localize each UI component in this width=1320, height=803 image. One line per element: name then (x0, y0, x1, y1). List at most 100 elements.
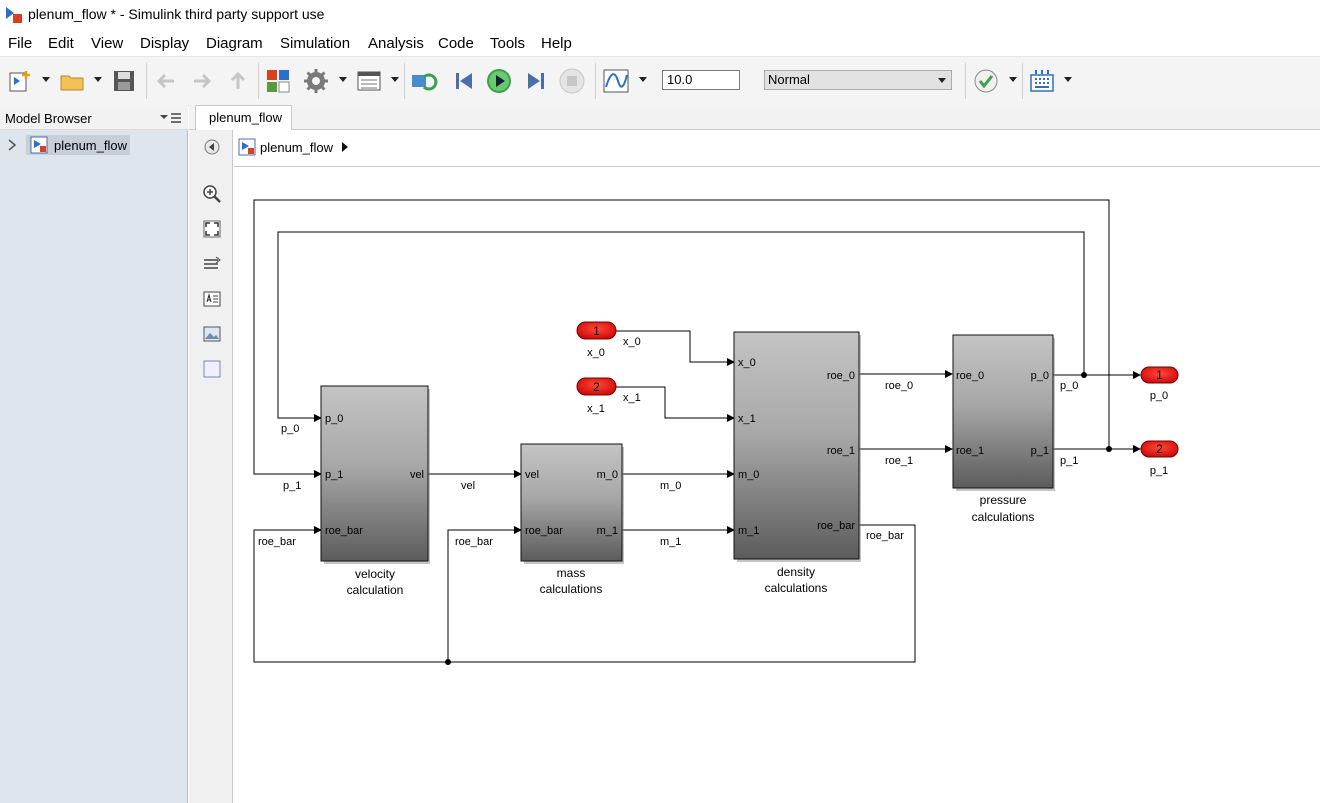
signal-label-roe-bar-mass: roe_bar (455, 536, 493, 548)
mass-out-port-m0: m_0 (597, 469, 618, 481)
run-play-icon[interactable] (485, 67, 513, 95)
menu-analysis[interactable]: Analysis (368, 35, 424, 52)
settings-gear-icon[interactable] (302, 67, 330, 95)
mass-block-name-line1: mass (557, 566, 586, 580)
signal-label-p0-out: p_0 (1060, 380, 1078, 392)
step-forward-icon[interactable] (522, 67, 550, 95)
chevron-right-icon[interactable] (7, 139, 17, 151)
title-bar: plenum_flow * - Simulink third party sup… (0, 0, 1320, 30)
up-arrow-icon[interactable] (224, 67, 252, 95)
pressure-in-port-roe0: roe_0 (956, 370, 984, 382)
signal-label-vel: vel (461, 480, 475, 492)
outport-2-number: 2 (1156, 442, 1163, 456)
outport-2-name: p_1 (1150, 465, 1168, 477)
open-folder-icon[interactable] (58, 67, 86, 95)
outport-2[interactable]: 2 (1140, 440, 1179, 458)
diagram-canvas[interactable]: 1 x_0 2 x_1 1 p_0 2 p_1 p_0 p_1 roe_bar … (234, 167, 1320, 803)
route-lines-icon[interactable] (202, 254, 222, 274)
signal-label-x0: x_0 (623, 336, 641, 348)
scope-dropdown-icon[interactable] (639, 77, 647, 82)
signal-label-roe1: roe_1 (885, 455, 913, 467)
menu-diagram[interactable]: Diagram (206, 35, 263, 52)
menu-tools[interactable]: Tools (490, 35, 525, 52)
explorer-dropdown-icon[interactable] (391, 77, 399, 82)
pressure-block-name-line1: pressure (980, 493, 1027, 507)
scope-icon[interactable] (602, 67, 630, 95)
menu-view[interactable]: View (91, 35, 123, 52)
library-browser-icon[interactable] (264, 67, 292, 95)
simulation-mode-value: Normal (768, 72, 810, 87)
outport-1[interactable]: 1 (1140, 366, 1179, 384)
tab-plenum-flow[interactable]: plenum_flow (195, 105, 292, 130)
signal-label-p1-feedback: p_1 (283, 480, 301, 492)
save-icon[interactable] (110, 67, 138, 95)
block-pressure-calculations[interactable] (952, 334, 1055, 491)
annotation-icon[interactable] (202, 289, 222, 309)
update-diagram-icon[interactable] (410, 67, 438, 95)
density-in-port-m0: m_0 (738, 469, 759, 481)
diagram-svg: 1 x_0 2 x_1 1 p_0 2 p_1 p_0 p_1 roe_bar … (253, 199, 1179, 665)
menu-file[interactable]: File (8, 35, 32, 52)
velocity-out-port-vel: vel (410, 469, 424, 481)
breadcrumb-label[interactable]: plenum_flow (260, 140, 333, 155)
density-in-port-x1: x_1 (738, 413, 756, 425)
settings-dropdown-icon[interactable] (339, 77, 347, 82)
toolbar: 10.0 Normal (0, 56, 1320, 106)
check-advisor-icon[interactable] (972, 67, 1000, 95)
menu-edit[interactable]: Edit (48, 35, 74, 52)
window-title: plenum_flow * - Simulink third party sup… (28, 6, 325, 22)
inport-2-number: 2 (593, 380, 600, 394)
forward-arrow-icon[interactable] (188, 67, 216, 95)
inport-1-name: x_0 (587, 347, 605, 359)
stop-icon[interactable] (558, 67, 586, 95)
menu-code[interactable]: Code (438, 35, 474, 52)
signal-label-m1: m_1 (660, 536, 681, 548)
tool-palette (189, 130, 233, 803)
model-explorer-icon[interactable] (355, 67, 383, 95)
menu-help[interactable]: Help (541, 35, 572, 52)
model-browser-header: Model Browser (0, 105, 188, 130)
tab-strip (189, 105, 1320, 130)
breadcrumb-arrow-icon[interactable] (341, 141, 349, 153)
mass-out-port-m1: m_1 (597, 525, 618, 537)
new-dropdown-icon[interactable] (42, 77, 50, 82)
image-icon[interactable] (202, 324, 222, 344)
fit-to-view-icon[interactable] (202, 219, 222, 239)
model-browser-title: Model Browser (5, 111, 92, 126)
density-out-port-roe1: roe_1 (827, 445, 855, 457)
signal-label-roe-bar-velocity: roe_bar (258, 536, 296, 548)
mass-in-port-roe-bar: roe_bar (525, 525, 563, 537)
menu-simulation[interactable]: Simulation (280, 35, 350, 52)
advisor-dropdown-icon[interactable] (1009, 77, 1017, 82)
zoom-icon[interactable] (202, 184, 222, 204)
signal-label-p0-feedback: p_0 (281, 423, 299, 435)
inport-2-name: x_1 (587, 403, 605, 415)
model-browser-item[interactable]: plenum_flow (26, 135, 130, 155)
menu-bar: File Edit View Display Diagram Simulatio… (0, 31, 1320, 55)
model-icon (30, 136, 48, 154)
signal-label-roe0: roe_0 (885, 380, 913, 392)
menu-display[interactable]: Display (140, 35, 189, 52)
browser-menu-icon[interactable] (160, 112, 182, 124)
block-mass-calculations[interactable] (520, 443, 624, 564)
new-model-icon[interactable] (6, 67, 34, 95)
inport-1[interactable]: 1 (576, 321, 617, 340)
hide-browser-icon[interactable] (202, 137, 222, 157)
simulink-logo-icon (6, 7, 22, 23)
model-browser-item-label: plenum_flow (54, 138, 127, 153)
build-icon[interactable] (1028, 67, 1056, 95)
velocity-in-port-p0: p_0 (325, 413, 343, 425)
back-arrow-icon[interactable] (152, 67, 180, 95)
velocity-in-port-p1: p_1 (325, 469, 343, 481)
pressure-out-port-p1: p_1 (1031, 445, 1049, 457)
stop-time-field[interactable]: 10.0 (662, 70, 740, 90)
step-back-icon[interactable] (450, 67, 478, 95)
open-dropdown-icon[interactable] (94, 77, 102, 82)
pressure-in-port-roe1: roe_1 (956, 445, 984, 457)
build-dropdown-icon[interactable] (1064, 77, 1072, 82)
simulation-mode-select[interactable]: Normal (764, 70, 952, 90)
area-box-icon[interactable] (202, 359, 222, 379)
inport-2[interactable]: 2 (576, 377, 617, 396)
mass-block-name-line2: calculations (540, 582, 603, 596)
velocity-block-name-line2: calculation (347, 583, 404, 597)
